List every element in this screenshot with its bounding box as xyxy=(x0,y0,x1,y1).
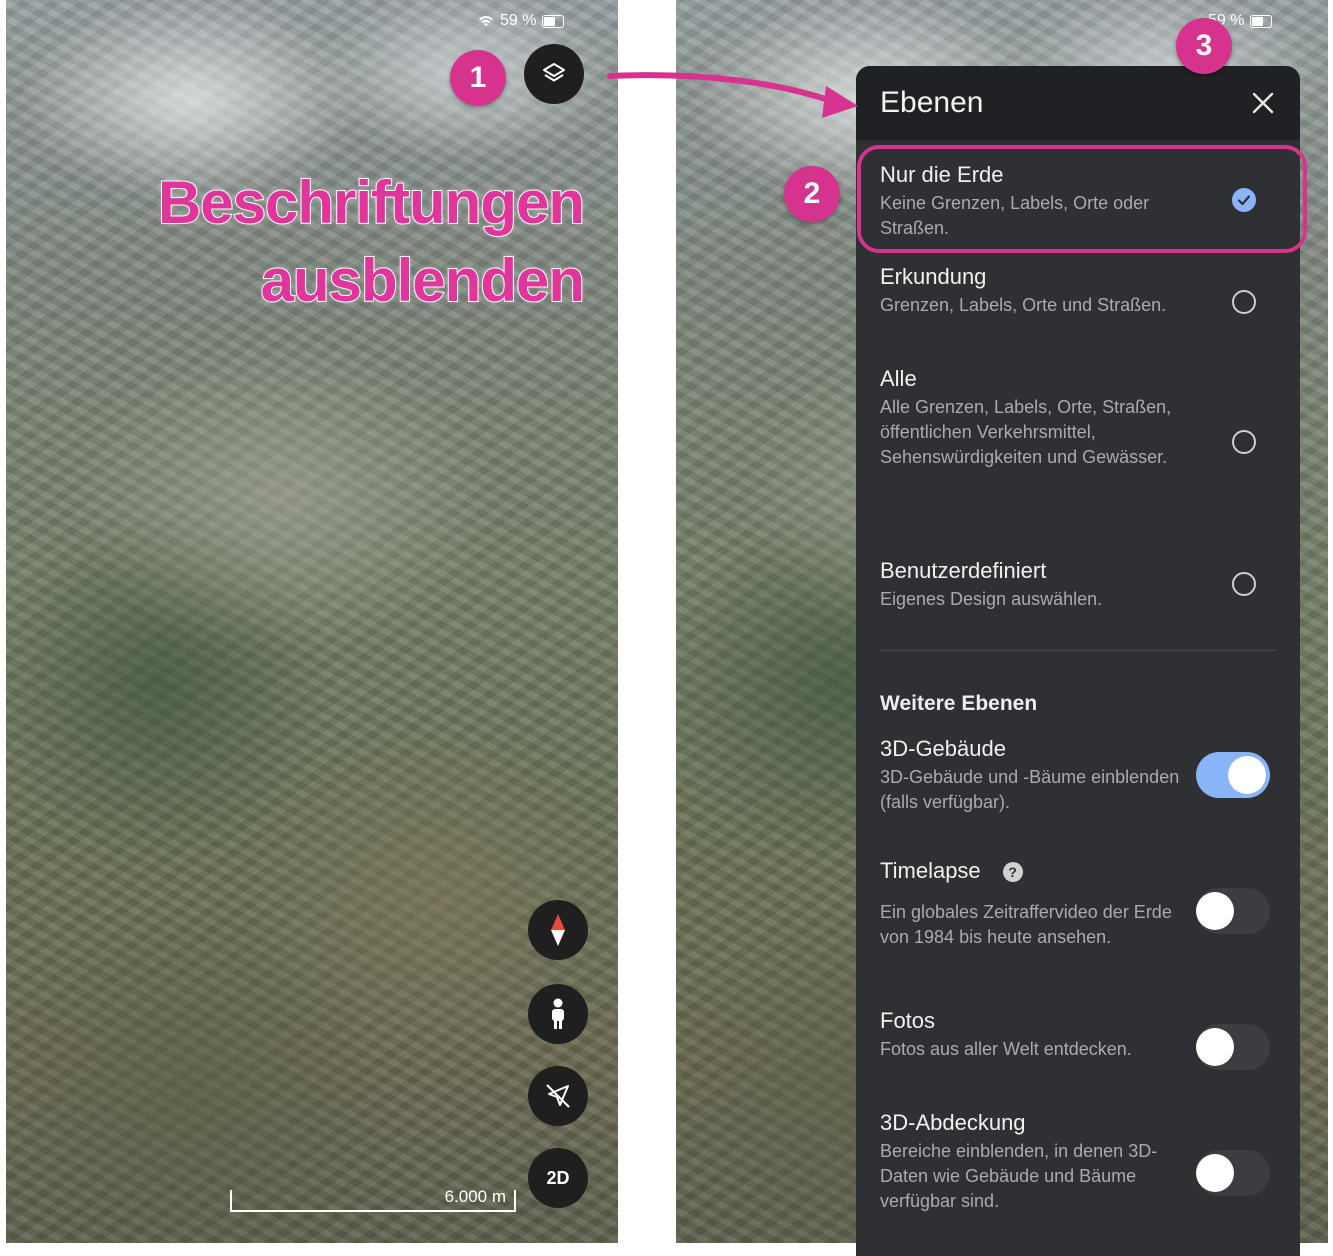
option-title: Benutzerdefiniert xyxy=(880,558,1047,583)
style-option-exploration[interactable]: Erkundung Grenzen, Labels, Orte und Stra… xyxy=(880,264,1276,318)
radio-unselected[interactable] xyxy=(1232,430,1256,454)
divider xyxy=(880,650,1276,651)
option-description: Eigenes Design auswählen. xyxy=(880,589,1103,609)
layer-description: Fotos aus aller Welt entdecken. xyxy=(880,1039,1132,1059)
scale-bar: 6.000 m xyxy=(230,1187,516,1212)
help-icon[interactable]: ? xyxy=(1002,862,1023,883)
option-title: Erkundung xyxy=(880,264,987,289)
layer-title-row: Timelapse? xyxy=(880,858,1276,884)
layer-description: Bereiche einblenden, in denen 3D-Daten w… xyxy=(880,1141,1158,1211)
toggle-knob xyxy=(1196,1154,1234,1192)
more-layers-heading: Weitere Ebenen xyxy=(880,692,1038,715)
option-title: Alle xyxy=(880,366,917,391)
toggle-3d-coverage[interactable] xyxy=(1196,1150,1270,1196)
layer-title: 3D-Abdeckung xyxy=(880,1110,1026,1135)
scale-bar-label: 6.000 m xyxy=(444,1187,506,1206)
option-description: Alle Grenzen, Labels, Orte, Straßen, öff… xyxy=(880,397,1172,467)
panel-title: Ebenen xyxy=(880,86,984,119)
view-mode-2d-button[interactable]: 2D xyxy=(528,1148,588,1208)
headline-line-1: Beschriftungen xyxy=(157,168,586,237)
wifi-icon xyxy=(479,16,493,26)
toggle-knob xyxy=(1196,1028,1234,1066)
location-button[interactable] xyxy=(528,1066,588,1126)
toggle-knob xyxy=(1228,756,1266,794)
status-bar: 59 % xyxy=(478,12,565,30)
headline-line-2: ausblenden xyxy=(260,246,586,315)
toggle-photos[interactable] xyxy=(1196,1024,1270,1070)
compass-button[interactable] xyxy=(528,900,588,960)
toggle-timelapse[interactable] xyxy=(1196,888,1270,934)
street-view-button[interactable] xyxy=(528,984,588,1044)
selected-option-highlight xyxy=(857,145,1307,253)
layers-button[interactable] xyxy=(524,44,584,104)
callout-2: 2 xyxy=(784,166,840,222)
close-icon[interactable] xyxy=(1250,90,1276,116)
style-option-all[interactable]: Alle Alle Grenzen, Labels, Orte, Straßen… xyxy=(880,366,1276,470)
layers-icon xyxy=(543,63,565,82)
battery-icon xyxy=(1250,14,1273,28)
layer-description: 3D-Gebäude und -Bäume einblenden (falls … xyxy=(880,767,1180,812)
style-option-custom[interactable]: Benutzerdefiniert Eigenes Design auswähl… xyxy=(880,558,1276,612)
compass-icon xyxy=(551,914,565,946)
radio-unselected[interactable] xyxy=(1232,290,1256,314)
toggle-knob xyxy=(1196,892,1234,930)
earth-3d-view-left[interactable]: 59 % Beschriftungen ausblenden 2D 6.000 … xyxy=(6,0,618,1243)
battery-percent: 59 % xyxy=(500,12,537,29)
pegman-icon xyxy=(552,998,564,1029)
callout-3: 3 xyxy=(1176,18,1232,74)
battery-icon xyxy=(542,14,565,28)
panel-header: Ebenen xyxy=(856,66,1300,140)
radio-unselected[interactable] xyxy=(1232,572,1256,596)
option-description: Grenzen, Labels, Orte und Straßen. xyxy=(880,295,1167,315)
toggle-3d-buildings[interactable] xyxy=(1196,752,1270,798)
location-off-icon xyxy=(546,1084,570,1108)
layer-description: Ein globales Zeitraffervideo der Erde vo… xyxy=(880,902,1172,947)
callout-1: 1 xyxy=(450,50,506,106)
layer-title: Timelapse xyxy=(880,858,981,883)
